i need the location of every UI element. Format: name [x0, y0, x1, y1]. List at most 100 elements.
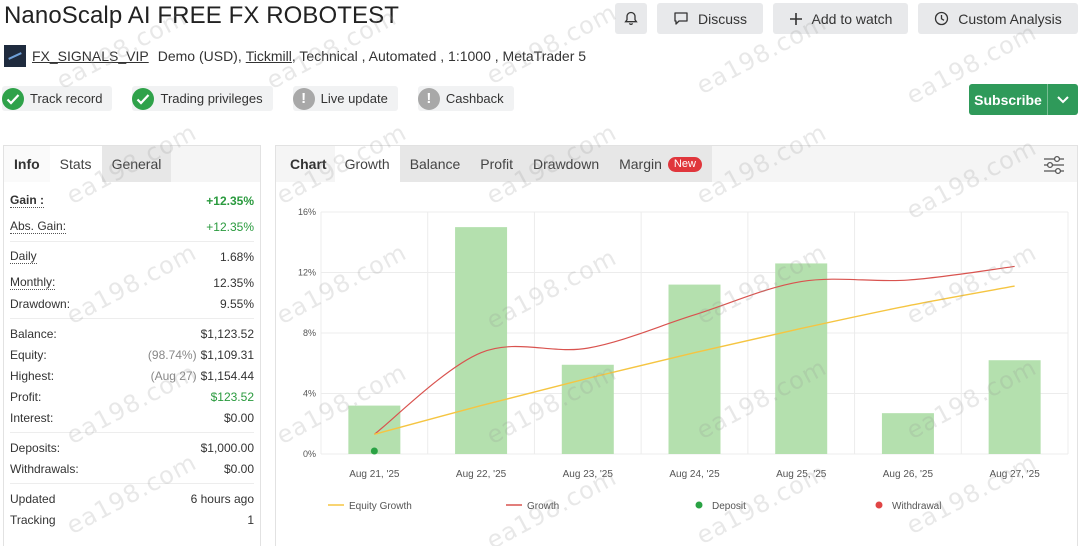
account-details: , Technical , Automated , 1:1000 , MetaT…: [291, 48, 587, 64]
custom-analysis-button[interactable]: Custom Analysis: [918, 3, 1078, 34]
stat-label: Daily: [10, 248, 37, 264]
growth-bar: [455, 227, 508, 454]
tab-general[interactable]: General: [101, 146, 172, 182]
growth-bar: [668, 284, 721, 454]
stat-value: 1.68%: [219, 249, 254, 264]
notification-button[interactable]: [615, 3, 647, 34]
stat-value: 1: [247, 512, 254, 527]
verification-badges: Track record Trading privileges ! Live u…: [2, 86, 534, 111]
page-title: NanoScalp AI FREE FX ROBOTEST: [4, 2, 400, 29]
discuss-button[interactable]: Discuss: [657, 3, 763, 34]
new-badge: New: [667, 156, 702, 172]
legend-label: Growth: [527, 501, 559, 512]
tab-margin[interactable]: Margin New: [609, 146, 712, 182]
stats-tabs: Info Stats General: [4, 146, 260, 182]
chart-panel: Chart Growth Balance Profit Drawdown Mar…: [275, 145, 1078, 546]
y-tick-label: 16%: [298, 207, 316, 217]
stat-label: Highest:: [10, 368, 55, 383]
growth-bar: [881, 413, 934, 454]
badge-trading-privileges[interactable]: Trading privileges: [132, 86, 273, 111]
badge-track-record[interactable]: Track record: [2, 86, 113, 111]
check-icon: [2, 87, 24, 110]
stat-label: Gain :: [10, 192, 45, 208]
chart-tabs: Chart Growth Balance Profit Drawdown Mar…: [276, 146, 1077, 182]
x-tick-label: Aug 22, '25: [456, 469, 507, 480]
stat-updated: Updated 6 hours ago: [10, 488, 254, 509]
account-name-link[interactable]: FX_SIGNALS_VIP: [32, 48, 149, 64]
stat-value: 6 hours ago: [190, 491, 254, 506]
custom-analysis-label: Custom Analysis: [958, 10, 1062, 27]
stat-label: Deposits:: [10, 440, 61, 455]
stat-gain: Gain : +12.35%: [10, 190, 254, 211]
y-tick-label: 0%: [303, 449, 316, 459]
tab-drawdown[interactable]: Drawdown: [522, 146, 610, 182]
badge-cashback[interactable]: ! Cashback: [417, 86, 514, 111]
stat-label: Balance:: [10, 326, 57, 341]
stat-value: 9.55%: [219, 296, 254, 311]
stat-monthly: Monthly: 12.35%: [10, 272, 254, 293]
account-type: Demo (USD),: [157, 48, 242, 64]
sliders-icon: [1044, 155, 1064, 175]
stat-label: Withdrawals:: [10, 461, 79, 476]
legend-swatch: [875, 501, 883, 509]
stat-value: $0.00: [223, 410, 254, 425]
x-tick-label: Aug 27, '25: [989, 469, 1040, 480]
stat-date: (Aug 27): [150, 368, 197, 383]
tab-balance[interactable]: Balance: [399, 146, 471, 182]
x-tick-label: Aug 25, '25: [776, 469, 827, 480]
stat-equity: Equity: (98.74%) $1,109.31: [10, 344, 254, 365]
stat-value: $0.00: [223, 461, 254, 476]
badge-live-update[interactable]: ! Live update: [292, 86, 398, 111]
provider-logo: [4, 45, 26, 67]
tab-stats[interactable]: Stats: [49, 146, 102, 182]
stat-value: $1,000.00: [200, 440, 254, 455]
stat-label: Updated: [10, 491, 56, 506]
stat-interest: Interest: $0.00: [10, 407, 254, 428]
tab-growth[interactable]: Growth: [334, 146, 400, 182]
stat-value: $123.52: [210, 389, 254, 404]
stat-label: Monthly:: [10, 274, 56, 290]
subscribe-button[interactable]: Subscribe: [969, 84, 1078, 115]
chat-icon: [674, 12, 688, 25]
x-tick-label: Aug 23, '25: [563, 469, 614, 480]
stats-panel: Info Stats General Gain : +12.35% Abs. G…: [3, 145, 261, 546]
exclamation-icon: !: [417, 87, 440, 110]
chart-settings-button[interactable]: [1043, 155, 1065, 180]
tab-margin-label: Margin: [619, 156, 662, 172]
tab-profit[interactable]: Profit: [470, 146, 523, 182]
add-to-watch-button[interactable]: Add to watch: [773, 3, 908, 34]
broker-link[interactable]: Tickmill: [246, 48, 292, 64]
stat-highest: Highest: (Aug 27) $1,154.44: [10, 365, 254, 386]
stat-value: $1,154.44: [200, 368, 254, 383]
stat-tracking: Tracking 1: [10, 509, 254, 530]
legend-label: Deposit: [712, 501, 746, 512]
stat-daily: Daily 1.68%: [10, 246, 254, 267]
stat-drawdown: Drawdown: 9.55%: [10, 293, 254, 314]
stat-label: Equity:: [10, 347, 47, 362]
badge-label: Cashback: [445, 91, 504, 106]
clock-icon: [935, 11, 949, 26]
plus-icon: [789, 12, 802, 25]
x-tick-label: Aug 26, '25: [883, 469, 934, 480]
deposit-point: [370, 447, 378, 455]
exclamation-icon: !: [292, 87, 315, 110]
subscribe-dropdown[interactable]: [1048, 95, 1078, 104]
stat-abs-gain: Abs. Gain: +12.35%: [10, 216, 254, 237]
stat-percent: (98.74%): [147, 347, 197, 362]
x-tick-label: Aug 24, '25: [669, 469, 720, 480]
chevron-down-icon: [1057, 95, 1069, 103]
stat-label: Abs. Gain:: [10, 218, 67, 234]
badge-label: Track record: [30, 91, 103, 106]
growth-chart: 0% 4% 8% 12% 16% Aug 21, '25 Aug 22, '25 Aug 23…: [298, 207, 1069, 512]
growth-bar: [988, 360, 1041, 454]
stat-label: Drawdown:: [10, 296, 71, 311]
check-icon: [132, 87, 155, 110]
y-tick-label: 4%: [303, 389, 316, 399]
stat-value: +12.35%: [206, 219, 254, 234]
account-info: FX_SIGNALS_VIP Demo (USD), Tickmill , Te…: [4, 45, 586, 67]
tab-info[interactable]: Info: [4, 146, 50, 182]
badge-label: Trading privileges: [160, 91, 263, 106]
bell-icon: [624, 11, 638, 25]
stat-withdrawals: Withdrawals: $0.00: [10, 458, 254, 479]
y-tick-label: 8%: [303, 328, 316, 338]
